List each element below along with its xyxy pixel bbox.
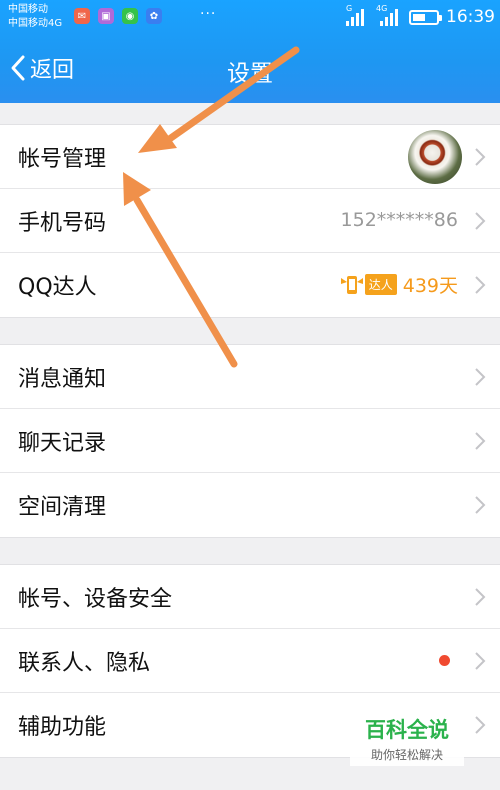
row-label: QQ达人 <box>18 275 97 300</box>
unread-dot <box>439 655 450 666</box>
daren-phone-icon <box>340 275 363 294</box>
row-phone-number[interactable]: 手机号码 152******86 <box>0 189 500 253</box>
row-label: 帐号管理 <box>18 147 107 172</box>
page-title: 设置 <box>227 61 273 87</box>
settings-group-account: 帐号管理 手机号码 152******86 QQ达人 达人 439天 <box>0 124 500 318</box>
row-label: 帐号、设备安全 <box>18 587 173 612</box>
row-chat-history[interactable]: 聊天记录 <box>0 409 500 473</box>
chevron-right-icon <box>475 588 486 606</box>
row-label: 空间清理 <box>18 495 107 520</box>
status-bar: 中国移动 中国移动4G ✉ ▣ ◉ ✿ ··· G 4G 16:39 <box>0 0 500 36</box>
baidu-icon: ✿ <box>146 8 162 24</box>
row-label: 聊天记录 <box>18 431 107 456</box>
carrier-2: 中国移动4G <box>8 18 63 29</box>
daren-tag: 达人 <box>364 274 397 295</box>
chevron-right-icon <box>475 368 486 386</box>
row-label: 辅助功能 <box>18 715 107 740</box>
row-label: 手机号码 <box>18 211 107 236</box>
row-account-device-security[interactable]: 帐号、设备安全 <box>0 565 500 629</box>
notification-icons: ✉ ▣ ◉ ✿ <box>74 8 162 24</box>
more-notifications-icon: ··· <box>200 6 217 22</box>
chevron-right-icon <box>475 432 486 450</box>
chevron-right-icon <box>475 148 486 166</box>
row-account-management[interactable]: 帐号管理 <box>0 125 500 189</box>
row-contacts-privacy[interactable]: 联系人、隐私 <box>0 629 500 693</box>
battery-icon <box>409 10 442 25</box>
watermark: 百科全说 助你轻松解决 <box>350 710 464 766</box>
daren-badge: 达人 <box>339 272 397 298</box>
clock: 16:39 <box>446 7 495 27</box>
row-label: 消息通知 <box>18 367 107 392</box>
watermark-subtitle: 助你轻松解决 <box>370 748 443 762</box>
message-icon: ✉ <box>74 8 90 24</box>
header: 中国移动 中国移动4G ✉ ▣ ◉ ✿ ··· G 4G 16:39 返回 设置 <box>0 0 500 103</box>
carrier-1: 中国移动 <box>8 4 48 15</box>
row-label: 联系人、隐私 <box>18 651 151 676</box>
gallery-icon: ▣ <box>98 8 114 24</box>
settings-group-general: 消息通知 聊天记录 空间清理 <box>0 344 500 538</box>
battery-fill <box>413 14 425 21</box>
signal-2-icon <box>380 8 398 26</box>
phone-number-value: 152******86 <box>340 209 458 231</box>
carrier-info: 中国移动 中国移动4G <box>8 3 62 31</box>
chevron-right-icon <box>475 276 486 294</box>
row-storage-cleanup[interactable]: 空间清理 <box>0 473 500 537</box>
chevron-right-icon <box>475 652 486 670</box>
daren-days: 439天 <box>402 275 458 297</box>
row-qq-daren[interactable]: QQ达人 达人 439天 <box>0 253 500 317</box>
watermark-title: 百科全说 <box>365 718 449 742</box>
signal-1-icon <box>346 8 364 26</box>
chevron-right-icon <box>475 716 486 734</box>
daren-status: 达人 439天 <box>339 271 458 298</box>
nav-bar: 返回 设置 <box>0 40 500 96</box>
chevron-right-icon <box>475 496 486 514</box>
avatar <box>408 130 462 184</box>
row-message-notifications[interactable]: 消息通知 <box>0 345 500 409</box>
chevron-right-icon <box>475 212 486 230</box>
wechat-icon: ◉ <box>122 8 138 24</box>
